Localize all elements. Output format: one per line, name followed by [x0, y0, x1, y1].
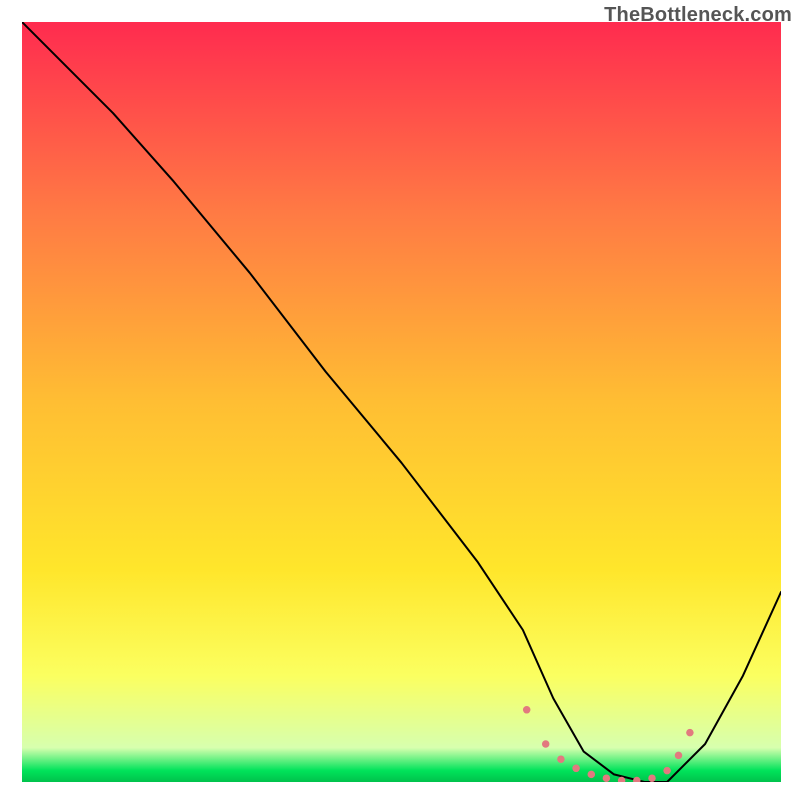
optimal-zone-marker-dot	[648, 774, 656, 782]
chart-container: TheBottleneck.com	[0, 0, 800, 800]
bottleneck-chart	[22, 22, 781, 782]
optimal-zone-marker-dot	[603, 774, 611, 782]
optimal-zone-marker-dot	[588, 771, 596, 779]
optimal-zone-marker-dot	[675, 752, 683, 760]
optimal-zone-marker-dot	[572, 765, 580, 773]
optimal-zone-marker-dot	[557, 755, 565, 763]
optimal-zone-marker-dot	[663, 767, 671, 775]
optimal-zone-marker-dot	[523, 706, 531, 714]
optimal-zone-marker-dot	[686, 729, 694, 737]
optimal-zone-marker-dot	[542, 740, 550, 748]
gradient-background	[22, 22, 781, 782]
